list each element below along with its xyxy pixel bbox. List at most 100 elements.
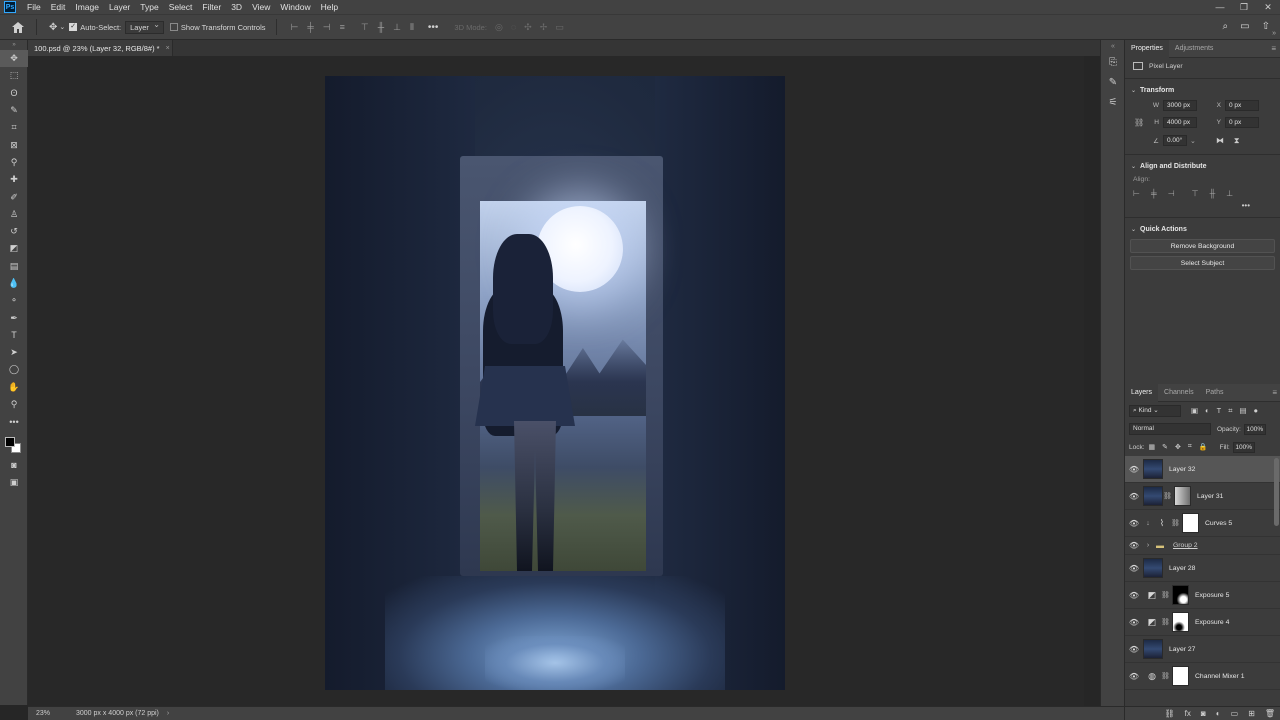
visibility-eye-icon[interactable]: 👁 — [1125, 672, 1143, 681]
filter-smart-icon[interactable]: ▤ — [1239, 406, 1246, 416]
maximize-button[interactable]: ❐ — [1232, 0, 1256, 14]
transform-section-header[interactable]: ⌄ Transform — [1125, 83, 1280, 97]
mask-link-icon[interactable]: ⛓ — [1161, 618, 1170, 626]
status-menu-arrow[interactable]: › — [167, 710, 169, 717]
visibility-eye-icon[interactable]: 👁 — [1125, 564, 1143, 573]
zoom-level[interactable]: 23% — [28, 710, 68, 717]
collapse-icon[interactable]: » — [1272, 30, 1276, 37]
share-icon[interactable]: ⇧ — [1262, 21, 1270, 32]
menu-image[interactable]: Image — [70, 0, 104, 14]
visibility-eye-icon[interactable]: 👁 — [1125, 541, 1143, 550]
blur-tool-icon[interactable]: 💧 — [0, 275, 28, 292]
move-tool-icon[interactable]: ✥ — [49, 22, 57, 33]
eyedropper-tool-icon[interactable]: ⚲ — [0, 154, 28, 171]
new-adjustment-icon[interactable]: ◐ — [1216, 709, 1221, 718]
visibility-eye-icon[interactable]: 👁 — [1125, 591, 1143, 600]
tab-paths[interactable]: Paths — [1200, 384, 1230, 402]
flip-vertical-icon[interactable]: ⧗ — [1234, 136, 1240, 146]
visibility-eye-icon[interactable]: 👁 — [1125, 645, 1143, 654]
close-window-button[interactable]: ✕ — [1256, 0, 1280, 14]
scale-3d-icon[interactable]: ▭ — [555, 22, 564, 33]
lock-position-icon[interactable]: ✥ — [1175, 443, 1181, 451]
align-right-icon[interactable]: ⊣ — [323, 22, 331, 33]
color-swatches[interactable] — [0, 431, 28, 457]
layer-row[interactable]: 👁 ↓ ⌇ ⛓ Curves 5 — [1125, 510, 1280, 537]
adjustments-panel-icon[interactable]: ⚟ — [1101, 92, 1125, 112]
link-chain-icon[interactable]: ⛓ — [1134, 118, 1144, 127]
brush-tool-icon[interactable]: ✐ — [0, 188, 28, 205]
visibility-eye-icon[interactable]: 👁 — [1125, 492, 1143, 501]
layer-mask-thumbnail[interactable] — [1174, 486, 1191, 506]
add-mask-icon[interactable]: ◙ — [1201, 709, 1206, 718]
align-left-icon[interactable]: ⊢ — [1133, 189, 1140, 198]
gradient-tool-icon[interactable]: ▤ — [0, 258, 28, 275]
link-layers-icon[interactable]: ⛓ — [1165, 709, 1175, 718]
align-more-button[interactable]: ••• — [1125, 201, 1280, 213]
menu-filter[interactable]: Filter — [197, 0, 226, 14]
fx-icon[interactable]: fx — [1185, 709, 1191, 718]
menu-view[interactable]: View — [247, 0, 275, 14]
collapse-tools-icon[interactable]: » — [0, 40, 28, 50]
opacity-field[interactable]: 100% — [1243, 423, 1266, 435]
x-field[interactable]: 0 px — [1225, 100, 1259, 111]
show-transform-checkbox[interactable] — [169, 23, 178, 31]
tab-adjustments[interactable]: Adjustments — [1169, 40, 1220, 58]
new-group-icon[interactable]: ▭ — [1231, 709, 1239, 718]
path-selection-tool-icon[interactable]: ➤ — [0, 344, 28, 361]
flip-horizontal-icon[interactable]: ⧓ — [1216, 136, 1224, 145]
layer-row[interactable]: 👁 › ▬ Group 2 — [1125, 537, 1280, 555]
chevron-down-icon[interactable]: ⌄ — [59, 23, 65, 31]
filter-toggle-icon[interactable]: ● — [1254, 406, 1259, 416]
tab-layers[interactable]: Layers — [1125, 383, 1159, 402]
menu-file[interactable]: File — [22, 0, 46, 14]
delete-layer-icon[interactable]: 🗑 — [1265, 709, 1275, 718]
healing-brush-tool-icon[interactable]: ✚ — [0, 171, 28, 188]
menu-edit[interactable]: Edit — [46, 0, 71, 14]
lasso-tool-icon[interactable]: ʘ — [0, 85, 28, 102]
tab-channels[interactable]: Channels — [1158, 384, 1200, 402]
foreground-color-swatch[interactable] — [5, 436, 15, 447]
lock-transparency-icon[interactable]: ▦ — [1149, 443, 1156, 451]
history-panel-icon[interactable]: ⎘ — [1101, 52, 1125, 72]
document-tab[interactable]: 100.psd @ 23% (Layer 32, RGB/8#) * × — [28, 40, 173, 56]
y-field[interactable]: 0 px — [1225, 117, 1259, 128]
visibility-eye-icon[interactable]: 👁 — [1125, 519, 1143, 528]
align-top-icon[interactable]: ⊤ — [361, 22, 369, 33]
pen-tool-icon[interactable]: ✒ — [0, 309, 28, 326]
align-middle-v-icon[interactable]: ╫ — [1210, 189, 1216, 198]
tab-properties[interactable]: Properties — [1125, 39, 1169, 58]
mixer-adjustment-icon[interactable]: ◍ — [1143, 667, 1161, 685]
brush-settings-icon[interactable]: ✎ — [1101, 72, 1125, 92]
angle-field[interactable]: 0.00° — [1163, 135, 1187, 146]
layer-mask-thumbnail[interactable] — [1172, 585, 1189, 605]
close-tab-icon[interactable]: × — [166, 45, 170, 52]
workspace-icon[interactable]: ▭ — [1240, 21, 1249, 32]
mask-link-icon[interactable]: ⛓ — [1161, 591, 1170, 599]
crop-tool-icon[interactable]: ⌗ — [0, 119, 28, 136]
fill-field[interactable]: 100% — [1232, 441, 1255, 453]
layer-row[interactable]: 👁 ◩ ⛓ Exposure 4 — [1125, 609, 1280, 636]
layer-thumbnail[interactable] — [1143, 558, 1163, 578]
move-tool-icon[interactable]: ✥ — [0, 50, 28, 68]
layer-row[interactable]: 👁 ⛓ Layer 31 — [1125, 483, 1280, 510]
lock-pixels-icon[interactable]: ✎ — [1162, 443, 1168, 451]
blend-mode-dropdown[interactable]: Normal — [1129, 423, 1211, 435]
zoom-tool-icon[interactable]: ⚲ — [0, 396, 28, 413]
menu-window[interactable]: Window — [275, 0, 315, 14]
layer-row[interactable]: 👁 Layer 27 — [1125, 636, 1280, 663]
align-center-h-icon[interactable]: ╪ — [307, 22, 313, 33]
height-field[interactable]: 4000 px — [1163, 117, 1197, 128]
menu-layer[interactable]: Layer — [104, 0, 135, 14]
layer-row[interactable]: 👁 ◍ ⛓ Channel Mixer 1 — [1125, 663, 1280, 690]
distribute-v-icon[interactable]: ≡ — [340, 22, 345, 33]
dodge-tool-icon[interactable]: ⚬ — [0, 292, 28, 309]
panel-menu-icon[interactable]: ≡ — [1272, 388, 1277, 397]
more-options-button[interactable]: ••• — [428, 22, 439, 33]
quick-selection-tool-icon[interactable]: ✎ — [0, 102, 28, 119]
eraser-tool-icon[interactable]: ◩ — [0, 240, 28, 257]
pan-3d-icon[interactable]: ✣ — [524, 22, 532, 33]
marquee-tool-icon[interactable]: ⬚ — [0, 67, 28, 84]
visibility-eye-icon[interactable]: 👁 — [1125, 618, 1143, 627]
auto-select-checkbox[interactable] — [69, 22, 78, 31]
menu-type[interactable]: Type — [135, 0, 163, 14]
